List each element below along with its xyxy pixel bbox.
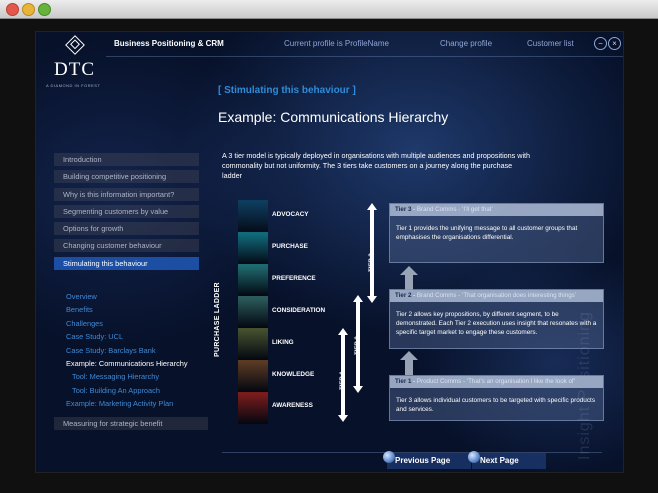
purchase-ladder [238, 200, 268, 424]
purchase-ladder-label: PURCHASE LADDER [214, 282, 221, 357]
subnav-item-challenges[interactable]: Challenges [66, 317, 226, 330]
tier-3-panel-header: Tier 3 - Brand Comms - ‘I’ll get that’ [390, 204, 603, 216]
previous-page-button[interactable]: Previous Page [383, 451, 471, 469]
arrow-down-icon [367, 296, 377, 303]
stage-label-awareness: AWARENESS [272, 402, 313, 409]
tier-2-panel: Tier 2 - Brand Comms - ‘That organisatio… [389, 289, 604, 349]
nav-item-building-competitive-positioning[interactable]: Building competitive positioning [54, 170, 199, 184]
tier-3-panel-body: Tier 1 provides the unifying message to … [396, 225, 578, 241]
arrow-down-icon [353, 386, 363, 393]
stage-label-liking: LIKING [272, 339, 294, 346]
stage-label-consideration: CONSIDERATION [272, 307, 326, 314]
nav-item-segmenting-customers[interactable]: Segmenting customers by value [54, 204, 199, 218]
app-title: Business Positioning & CRM [114, 39, 224, 48]
tier-3-label: TIER 3 [369, 253, 375, 272]
close-icon[interactable]: × [608, 37, 621, 50]
next-page-label: Next Page [480, 456, 519, 465]
subnav-item-communications-hierarchy[interactable]: Example: Communications Hierarchy [66, 357, 226, 370]
orb-icon [383, 451, 395, 463]
close-window-button[interactable] [6, 3, 19, 16]
subnav-item-building-approach[interactable]: Tool: Building An Approach [66, 384, 226, 397]
subnav-item-messaging-hierarchy[interactable]: Tool: Messaging Hierarchy [66, 370, 226, 383]
section-tag: [ Stimulating this behaviour ] [218, 85, 356, 96]
tier-1-label: TIER 1 [340, 371, 346, 390]
diamond-icon [65, 35, 85, 55]
tier-up-arrow-icon [400, 351, 418, 375]
watermark-text: Insight Positioning [576, 311, 593, 460]
subnav-item-case-study-barclays[interactable]: Case Study: Barclays Bank [66, 344, 226, 357]
nav-item-changing-behaviour[interactable]: Changing customer behaviour [54, 239, 199, 253]
tier-2-label: TIER 2 [355, 336, 361, 355]
ladder-step-advocacy [238, 200, 268, 232]
ladder-step-purchase [238, 232, 268, 264]
subnav-item-benefits[interactable]: Benefits [66, 303, 226, 316]
ladder-step-consideration [238, 296, 268, 328]
subnav-item-case-study-ucl[interactable]: Case Study: UCL [66, 330, 226, 343]
subnav-item-marketing-activity-plan[interactable]: Example: Marketing Activity Plan [66, 397, 226, 410]
minimize-window-button[interactable] [22, 3, 35, 16]
customer-list-link[interactable]: Customer list [527, 39, 574, 48]
tier-2-panel-body: Tier 2 allows key propositions, by diffe… [396, 311, 597, 336]
change-profile-link[interactable]: Change profile [440, 39, 492, 48]
intro-text: A 3 tier model is typically deployed in … [222, 151, 531, 180]
nav-item-options-for-growth[interactable]: Options for growth [54, 222, 199, 236]
brand-logo: DTC A DIAMOND IN FOREST [36, 32, 111, 94]
page-title: Example: Communications Hierarchy [218, 109, 449, 125]
orb-icon [468, 451, 480, 463]
logo-text: DTC [54, 59, 95, 80]
sidebar-nav: Introduction Building competitive positi… [54, 153, 199, 274]
top-bar: Business Positioning & CRM Current profi… [106, 32, 623, 57]
zoom-window-button[interactable] [38, 3, 51, 16]
tier-1-panel: Tier 1 - Product Comms - ‘That’s an orga… [389, 375, 604, 421]
stage-label-advocacy: ADVOCACY [272, 211, 309, 218]
arrow-down-icon [338, 415, 348, 422]
minimize-icon[interactable]: − [594, 37, 607, 50]
nav-item-introduction[interactable]: Introduction [54, 153, 199, 166]
stage-label-knowledge: KNOWLEDGE [272, 371, 315, 378]
tier-up-arrow-icon [400, 266, 418, 290]
next-page-button[interactable]: Next Page [468, 451, 546, 469]
ladder-step-awareness [238, 392, 268, 424]
ladder-step-preference [238, 264, 268, 296]
tier-2-panel-header: Tier 2 - Brand Comms - ‘That organisatio… [390, 290, 603, 302]
app-canvas: DTC A DIAMOND IN FOREST Business Positio… [35, 31, 624, 473]
window-frame: DTC A DIAMOND IN FOREST Business Positio… [0, 19, 658, 493]
current-profile-label: Current profile is ProfileName [284, 39, 389, 48]
window-titlebar [0, 0, 658, 19]
subnav-item-overview[interactable]: Overview [66, 290, 226, 303]
ladder-step-knowledge [238, 360, 268, 392]
previous-page-label: Previous Page [395, 456, 451, 465]
tier-3-panel: Tier 3 - Brand Comms - ‘I’ll get that’ T… [389, 203, 604, 263]
sub-nav: Overview Benefits Challenges Case Study:… [66, 290, 226, 411]
nav-item-why-important[interactable]: Why is this information important? [54, 187, 199, 201]
logo-tagline: A DIAMOND IN FOREST [46, 83, 101, 88]
tier-1-panel-header: Tier 1 - Product Comms - ‘That’s an orga… [390, 376, 603, 388]
nav-item-measuring-benefit[interactable]: Measuring for strategic benefit [54, 417, 208, 430]
tier-1-panel-body: Tier 3 allows individual customers to be… [396, 397, 596, 413]
ladder-step-liking [238, 328, 268, 360]
stage-label-purchase: PURCHASE [272, 243, 308, 250]
nav-item-stimulating-behaviour[interactable]: Stimulating this behaviour [54, 256, 199, 270]
stage-label-preference: PREFERENCE [272, 275, 316, 282]
